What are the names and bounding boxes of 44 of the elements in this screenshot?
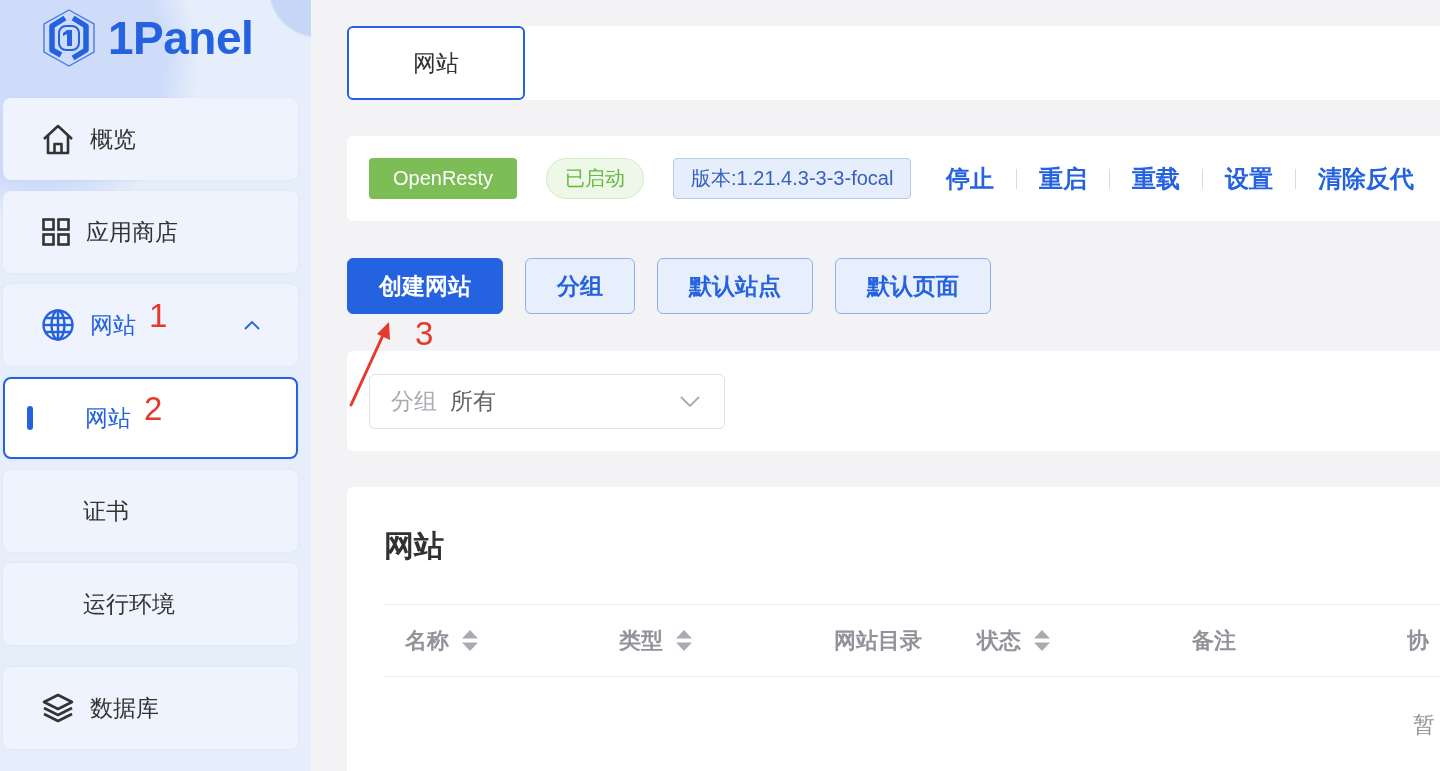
logo-icon	[42, 9, 96, 67]
menu-item[interactable]: 网站 1	[3, 284, 298, 366]
column-header: 类型	[619, 626, 663, 655]
menu-item[interactable]: 概览	[3, 98, 298, 180]
status-tag: 已启动	[546, 158, 645, 199]
column-header: 状态	[977, 626, 1021, 655]
grid-icon	[42, 218, 70, 246]
sort-icon[interactable]	[461, 629, 479, 652]
logo-text: 1Panel	[108, 11, 254, 65]
column-header: 备注	[1192, 626, 1236, 655]
submenu-item[interactable]: 运行环境	[3, 563, 298, 645]
toolbar-button[interactable]: 分组	[525, 258, 635, 314]
submenu-item[interactable]: 证书	[3, 470, 298, 552]
action-link[interactable]: 清除反代	[1318, 162, 1415, 195]
annotation-number: 3	[415, 317, 434, 351]
toolbar-button[interactable]: 默认站点	[657, 258, 813, 314]
group-select[interactable]: 分组 所有	[369, 373, 725, 429]
tab[interactable]: 网站	[347, 26, 525, 100]
toolbar-button[interactable]: 默认页面	[835, 258, 991, 314]
sort-icon[interactable]	[1033, 629, 1051, 652]
pointer-arrow-icon	[348, 321, 392, 407]
chevron-down-icon	[680, 395, 700, 407]
version-tag: 版本:1.21.4.3-3-3-focal	[673, 158, 912, 199]
globe-icon	[42, 309, 74, 341]
menu-item[interactable]: 数据库	[3, 667, 298, 749]
menu-item[interactable]: 应用商店	[3, 191, 298, 273]
action-link[interactable]: 停止	[946, 162, 995, 195]
annotation-number: 1	[149, 299, 168, 333]
annotation-number: 2	[144, 392, 163, 426]
column-header: 名称	[405, 626, 449, 655]
empty-text: 暂	[1413, 711, 1435, 739]
submenu-item[interactable]: 网站 2	[3, 377, 298, 459]
home-icon	[42, 123, 74, 155]
action-link[interactable]: 重启	[1039, 162, 1088, 195]
table-title: 网站	[384, 528, 445, 564]
create-button[interactable]: 创建网站	[347, 258, 503, 314]
column-header: 协	[1407, 626, 1429, 655]
sort-icon[interactable]	[675, 629, 693, 652]
action-link[interactable]: 设置	[1225, 162, 1274, 195]
app-tag: OpenResty	[369, 158, 518, 199]
action-link[interactable]: 重载	[1132, 162, 1181, 195]
layers-icon	[42, 693, 74, 723]
column-header: 网站目录	[834, 626, 922, 655]
active-indicator	[27, 406, 33, 430]
